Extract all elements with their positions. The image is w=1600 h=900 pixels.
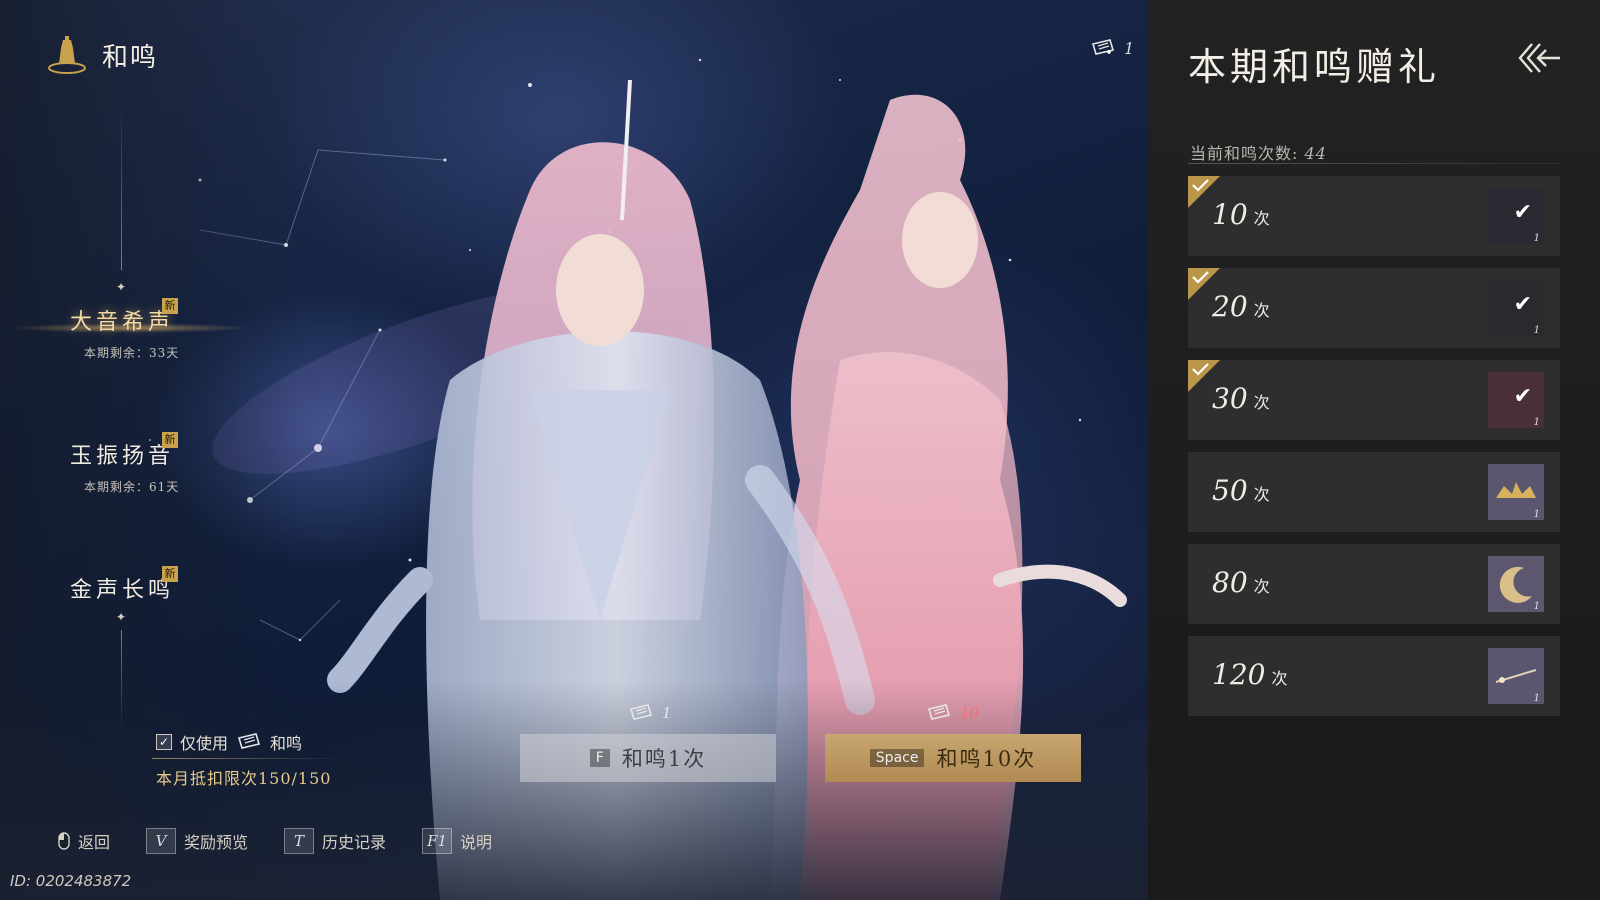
new-badge: 新 [162, 298, 178, 314]
current-count: 当前和鸣次数: 44 [1190, 140, 1327, 164]
gift-count: 50 [1212, 474, 1248, 507]
nav-item-jinshengchangming[interactable]: 金声长鸣 新 [70, 566, 178, 604]
gift-unit: 次 [1253, 209, 1270, 228]
ticket-count: 1 [1124, 38, 1135, 58]
gift-unit: 次 [1253, 301, 1270, 320]
nav-item-name: 金声长鸣 [70, 578, 175, 603]
gift-unit: 次 [1253, 577, 1270, 596]
bell-icon [48, 36, 86, 74]
gift-panel: 本期和鸣赠礼 当前和鸣次数: 44 10 次 ✔ 1 20 次 ✔ 1 30 次… [1148, 0, 1600, 900]
nav-diamond-top-icon: ✦ [116, 280, 127, 294]
pull-one-key: F [589, 749, 610, 767]
pull-one-button[interactable]: F 和鸣1次 [520, 734, 776, 782]
gift-threshold: 30 次 [1212, 382, 1270, 415]
gift-threshold: 80 次 [1212, 566, 1270, 599]
gift-unit: 次 [1271, 669, 1288, 688]
back-shortcut[interactable]: 返回 [58, 829, 110, 853]
pull-ten-label: 和鸣10次 [936, 747, 1037, 771]
pull-ten-cost: 10 [926, 703, 979, 723]
gift-count: 120 [1212, 658, 1266, 691]
player-id: ID: 0202483872 [10, 872, 132, 890]
new-badge: 新 [162, 566, 178, 582]
check-icon: ✔ [1513, 292, 1532, 317]
history-label: 历史记录 [322, 833, 387, 852]
gift-unit: 次 [1253, 485, 1270, 504]
reward-preview-label: 奖励预览 [184, 833, 249, 852]
help-label: 说明 [460, 833, 493, 852]
gift-row[interactable]: 50 次 1 [1188, 452, 1560, 532]
gift-quantity: 1 [1533, 233, 1540, 244]
gift-count: 10 [1212, 198, 1248, 231]
gift-quantity: 1 [1533, 693, 1540, 704]
gift-unit: 次 [1253, 393, 1270, 412]
monthly-limit: 本月抵扣限次150/150 [156, 769, 332, 788]
gift-list: 10 次 ✔ 1 20 次 ✔ 1 30 次 ✔ 1 50 次 1 80 次 1… [1188, 176, 1560, 728]
panel-title: 本期和鸣赠礼 [1188, 45, 1441, 89]
ticket-icon [1091, 39, 1115, 55]
pull-one-cost-value: 1 [662, 704, 672, 722]
mouse-icon [58, 832, 70, 850]
back-label: 返回 [78, 833, 111, 852]
gift-threshold: 10 次 [1212, 198, 1270, 231]
help-key: F1 [422, 828, 453, 854]
gift-quantity: 1 [1533, 325, 1540, 336]
ticket-icon [238, 733, 261, 749]
pull-one-label: 和鸣1次 [621, 747, 707, 771]
history-key: T [284, 828, 315, 854]
current-count-value: 44 [1304, 144, 1327, 163]
new-badge: 新 [162, 432, 178, 448]
gift-count: 20 [1212, 290, 1248, 323]
gift-row[interactable]: 120 次 1 [1188, 636, 1560, 716]
only-use-checkbox[interactable]: ✓ [156, 734, 172, 750]
gift-row[interactable]: 10 次 ✔ 1 [1188, 176, 1560, 256]
ticket-balance: 1 [1090, 38, 1134, 58]
gift-threshold: 120 次 [1212, 658, 1287, 691]
banner-stage: 和鸣 ✦ ✦ 大音希声 新 本期剩余：33天 玉振扬音 新 本期剩余：61天 金… [0, 0, 1148, 900]
pull-ten-cost-value: 10 [960, 704, 980, 722]
ticket-icon [629, 704, 653, 720]
only-use-prefix: 仅使用 [180, 734, 229, 753]
gift-quantity: 1 [1533, 601, 1540, 612]
reward-preview-shortcut[interactable]: V 奖励预览 [146, 828, 248, 854]
pull-one-cost: 1 [628, 703, 672, 723]
ticket-icon [927, 704, 951, 720]
history-shortcut[interactable]: T 历史记录 [284, 828, 386, 854]
pull-ten-button[interactable]: Space 和鸣10次 [825, 734, 1081, 782]
limit-divider [152, 758, 342, 759]
collapse-arrow-icon[interactable] [1516, 40, 1562, 76]
gift-row[interactable]: 30 次 ✔ 1 [1188, 360, 1560, 440]
gift-quantity: 1 [1533, 417, 1540, 428]
check-icon: ✔ [1513, 200, 1532, 225]
page-header: 和鸣 [46, 34, 158, 76]
nav-divider-top [121, 100, 122, 270]
nav-item-dayinxisheng[interactable]: 大音希声 新 本期剩余：33天 [70, 298, 180, 361]
shortcut-bar: 返回 V 奖励预览 T 历史记录 F1 说明 [58, 828, 518, 854]
gift-count: 30 [1212, 382, 1248, 415]
nav-item-remaining: 本期剩余：33天 [84, 346, 180, 360]
check-icon: ✔ [1513, 384, 1532, 409]
gift-row[interactable]: 80 次 1 [1188, 544, 1560, 624]
nav-item-remaining: 本期剩余：61天 [84, 480, 180, 494]
nav-item-yuzhenyangyin[interactable]: 玉振扬音 新 本期剩余：61天 [70, 432, 180, 495]
pull-ten-key: Space [869, 749, 925, 767]
gift-threshold: 50 次 [1212, 474, 1270, 507]
count-divider [1188, 163, 1560, 164]
gift-quantity: 1 [1533, 509, 1540, 520]
gift-threshold: 20 次 [1212, 290, 1270, 323]
reward-preview-key: V [146, 828, 177, 854]
help-shortcut[interactable]: F1 说明 [422, 828, 492, 854]
nav-diamond-bottom-icon: ✦ [116, 610, 127, 624]
gift-row[interactable]: 20 次 ✔ 1 [1188, 268, 1560, 348]
page-title: 和鸣 [102, 42, 159, 73]
nav-divider-bottom [121, 630, 122, 730]
current-count-label: 当前和鸣次数: [1190, 144, 1299, 163]
only-use-suffix: 和鸣 [270, 734, 303, 753]
only-use-toggle[interactable]: ✓ 仅使用 和鸣 [156, 730, 302, 754]
gift-count: 80 [1212, 566, 1248, 599]
